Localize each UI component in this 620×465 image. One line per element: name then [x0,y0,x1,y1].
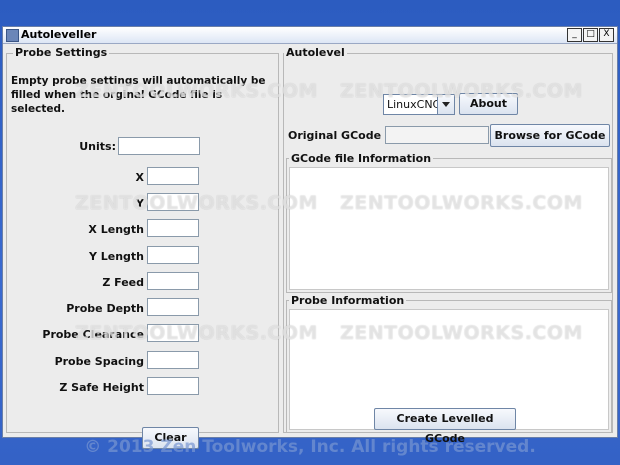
probe-settings-title: Probe Settings [13,46,110,59]
original-gcode-field[interactable] [385,126,489,144]
gcode-info-panel: GCode file Information [286,152,612,293]
copyright-text: © 2013 Zen Toolworks, Inc. All rights re… [84,437,536,457]
gcode-info-title: GCode file Information [289,152,434,165]
watermark-text: ZENTOOLWORKS.COM [75,192,318,214]
gcode-info-textarea[interactable] [289,167,609,290]
create-levelled-gcode-button[interactable]: Create Levelled GCode [374,408,516,445]
browse-gcode-button[interactable]: Browse for GCode [490,124,610,147]
probe-spacing-label: Probe Spacing [54,355,144,368]
autolevel-panel: Autolevel LinuxCNC About Original GCode … [283,46,613,433]
watermark-text: ZENTOOLWORKS.COM [340,80,583,102]
probe-depth-field[interactable] [147,298,199,316]
watermark-text: ZENTOOLWORKS.COM [340,322,583,344]
autolevel-title: Autolevel [284,46,347,59]
y-length-field[interactable] [147,246,199,264]
units-field[interactable] [118,137,200,155]
x-length-field[interactable] [147,219,199,237]
z-feed-label: Z Feed [102,276,144,289]
probe-spacing-field[interactable] [147,351,199,369]
x-label: X [135,171,144,184]
maximize-button[interactable]: □ [583,28,598,42]
probe-settings-panel: Probe Settings Empty probe settings will… [6,46,279,449]
units-label: Units: [79,140,116,153]
window-title: Autoleveller [21,28,97,41]
watermark-text: ZENTOOLWORKS.COM [75,80,318,102]
x-length-label: X Length [88,223,144,236]
probe-info-title: Probe Information [289,294,407,307]
x-field[interactable] [147,167,199,185]
z-safe-height-label: Z Safe Height [59,381,144,394]
z-feed-field[interactable] [147,272,199,290]
y-length-label: Y Length [88,250,144,263]
title-bar[interactable]: Autoleveller _ □ X [3,27,617,44]
probe-depth-label: Probe Depth [66,302,144,315]
watermark-text: ZENTOOLWORKS.COM [340,192,583,214]
close-button[interactable]: X [599,28,614,42]
z-safe-height-field[interactable] [147,377,199,395]
watermark-text: ZENTOOLWORKS.COM [75,322,318,344]
java-app-icon [6,29,19,42]
minimize-button[interactable]: _ [567,28,582,42]
